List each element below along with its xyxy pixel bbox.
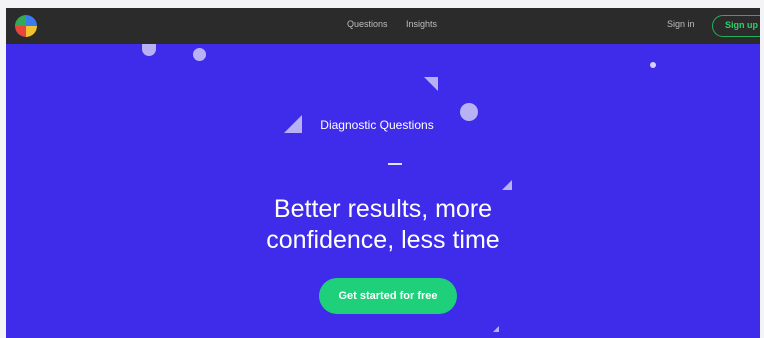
hero-headline: Better results, more confidence, less ti…: [6, 194, 760, 256]
decor-circle: [193, 48, 206, 61]
nav-link-questions[interactable]: Questions: [347, 19, 388, 29]
nav-link-insights[interactable]: Insights: [406, 19, 437, 29]
decor-triangle: [424, 77, 438, 91]
sign-in-link[interactable]: Sign in: [667, 19, 695, 29]
decor-triangle: [493, 326, 499, 332]
hero-label: Diagnostic Questions: [320, 118, 434, 132]
headline-line-2: confidence, less time: [266, 226, 500, 254]
top-navbar: Questions Insights Sign in Sign up: [6, 8, 760, 44]
sign-up-button[interactable]: Sign up: [712, 15, 760, 37]
decor-triangle: [502, 180, 512, 190]
divider: [388, 163, 402, 165]
headline-line-1: Better results, more: [273, 195, 493, 223]
decor-dot: [650, 62, 656, 68]
get-started-button[interactable]: Get started for free: [319, 278, 457, 314]
decor-half-circle: [142, 44, 156, 56]
logo-icon[interactable]: [14, 14, 38, 38]
page-frame: Questions Insights Sign in Sign up Diagn…: [6, 8, 760, 338]
